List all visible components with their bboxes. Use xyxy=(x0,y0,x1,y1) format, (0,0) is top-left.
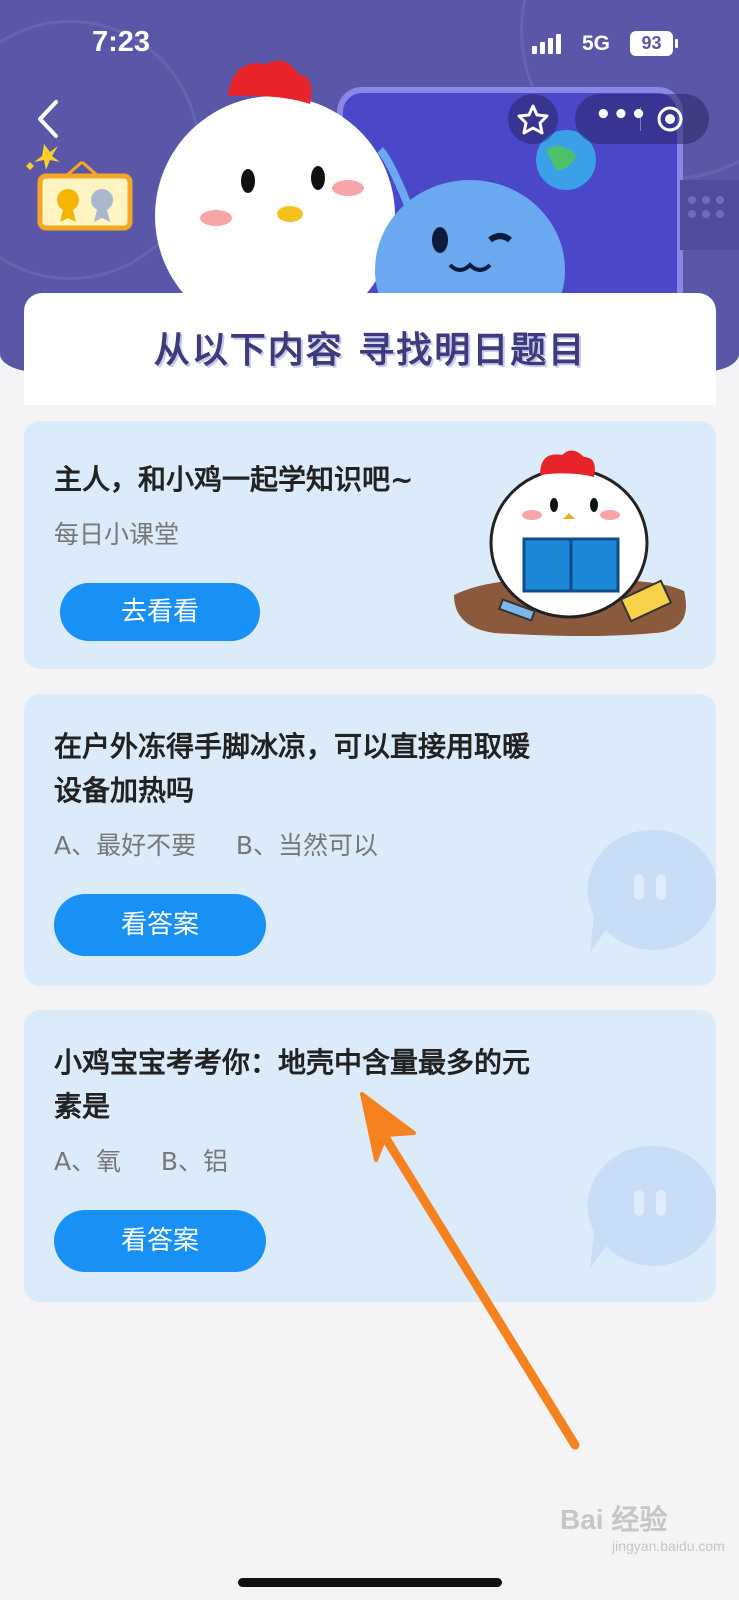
signal-icon xyxy=(532,34,562,54)
go-see-button[interactable]: 去看看 xyxy=(60,583,260,641)
baidu-watermark-url: jingyan.baidu.com xyxy=(612,1538,725,1554)
baidu-watermark: Bai 经验 xyxy=(560,1504,668,1535)
question-card: 在户外冻得手脚冰凉，可以直接用取暖 设备加热吗 A、最好不要 B、当然可以 看答… xyxy=(24,694,716,986)
chat-bubble-decoration-icon xyxy=(587,1145,716,1268)
status-bar: 7:23 5G 93 xyxy=(0,0,739,90)
close-target-icon[interactable] xyxy=(657,106,683,132)
favorite-button[interactable] xyxy=(508,94,558,144)
question-title-line2: 设备加热吗 xyxy=(54,774,195,807)
battery-indicator: 93 xyxy=(630,31,678,56)
section-banner: 从以下内容 寻找明日题目 xyxy=(24,293,716,405)
question-options: A、最好不要 B、当然可以 xyxy=(54,831,378,860)
question-card: 小鸡宝宝考考你：地壳中含量最多的元 素是 A、氧 B、铝 看答案 xyxy=(24,1010,716,1302)
question-title-line2: 素是 xyxy=(54,1090,111,1123)
question-title-line1: 小鸡宝宝考考你：地壳中含量最多的元 xyxy=(54,1046,531,1079)
question-options: A、氧 B、铝 xyxy=(54,1147,228,1176)
daily-class-card: 主人，和小鸡一起学知识吧~ 每日小课堂 去看看 xyxy=(24,421,716,669)
more-options-icon[interactable]: ••• xyxy=(595,102,647,132)
miniprogram-capsule: ••• xyxy=(575,94,709,144)
network-type: 5G xyxy=(582,32,611,55)
medal-frame-icon xyxy=(26,144,133,231)
question-title-line1: 在户外冻得手脚冰凉，可以直接用取暖 xyxy=(54,730,531,763)
back-chevron-icon[interactable] xyxy=(28,96,68,142)
card-title: 主人，和小鸡一起学知识吧~ xyxy=(54,463,414,496)
chicken-reading-illustration xyxy=(454,450,686,636)
view-answer-button[interactable]: 看答案 xyxy=(54,894,266,956)
view-answer-button[interactable]: 看答案 xyxy=(54,1210,266,1272)
star-icon xyxy=(517,104,549,135)
capsule-divider xyxy=(640,107,641,131)
banner-title: 从以下内容 寻找明日题目 xyxy=(153,330,587,371)
chat-bubble-decoration-icon xyxy=(587,829,716,952)
card-subtitle: 每日小课堂 xyxy=(54,520,180,549)
status-time: 7:23 xyxy=(92,26,151,58)
home-indicator[interactable] xyxy=(238,1578,502,1587)
alien-mascot-illustration xyxy=(375,147,565,300)
